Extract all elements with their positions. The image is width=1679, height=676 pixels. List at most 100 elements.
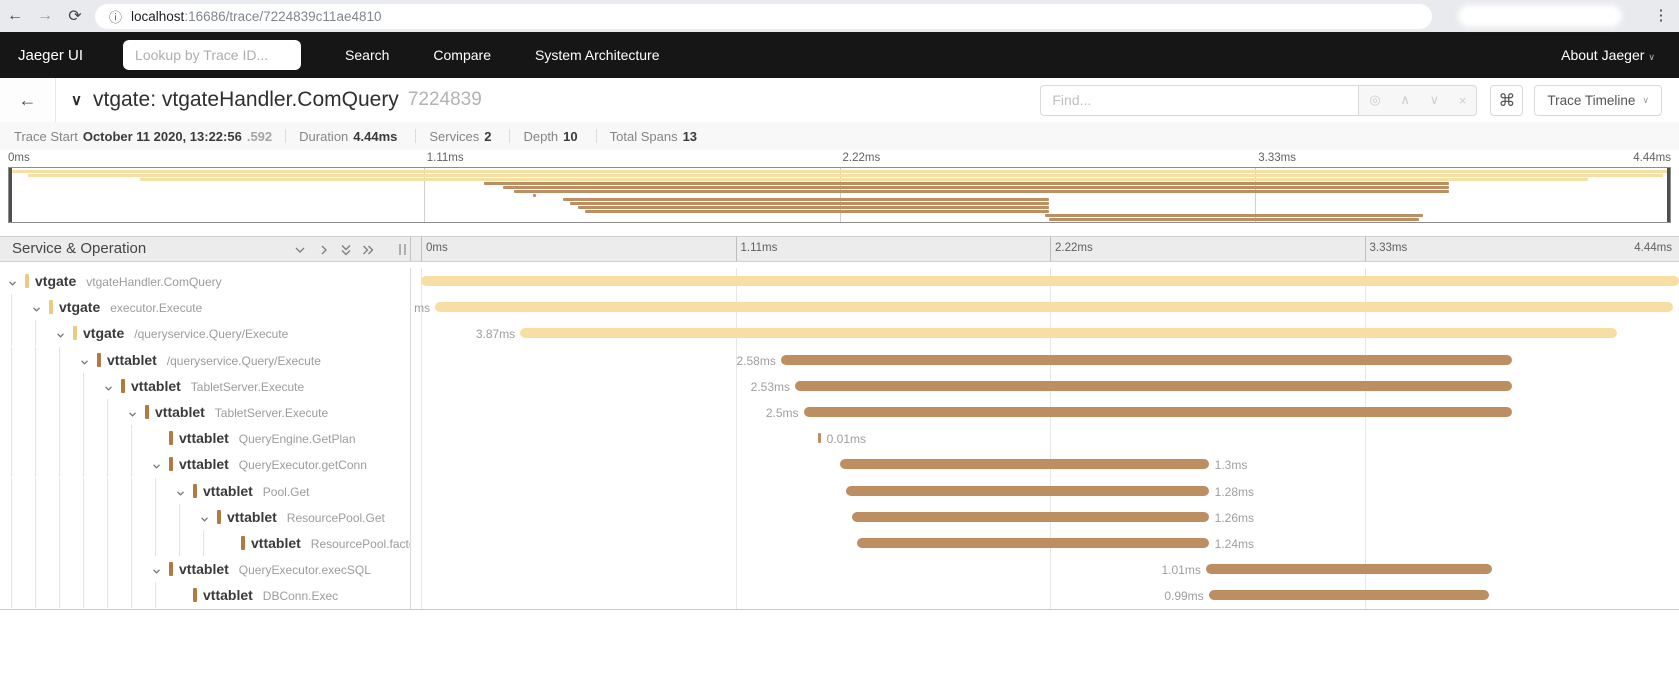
keyboard-shortcuts-button[interactable]: ⌘ (1490, 85, 1523, 116)
span-collapse-chevron-icon[interactable] (7, 276, 19, 288)
tree-guide-line (11, 294, 12, 320)
span-name-cell[interactable]: vttabletQueryExecutor.execSQL (0, 556, 410, 582)
operation-name: executor.Execute (110, 301, 202, 315)
span-collapse-chevron-icon[interactable] (151, 459, 163, 471)
span-collapse-chevron-icon[interactable] (55, 328, 67, 340)
tree-guide-line (107, 425, 108, 451)
timeline-tick-label: 3.33ms (1370, 242, 1408, 254)
service-color-accent (241, 536, 245, 550)
tree-guide-line (11, 478, 12, 504)
tree-guide-line (131, 478, 132, 504)
span-row[interactable]: vttabletDBConn.Exec0.99ms (0, 582, 1679, 608)
tree-guide-line (155, 504, 156, 530)
operation-name: TabletServer.Execute (215, 406, 328, 420)
tree-guide-line (155, 530, 156, 556)
span-collapse-chevron-icon[interactable] (199, 512, 211, 524)
span-name-cell[interactable]: vttabletPool.Get (0, 478, 410, 504)
span-row[interactable]: vttabletTabletServer.Execute2.53ms (0, 373, 1679, 399)
operation-name: QueryEngine.GetPlan (239, 432, 356, 446)
tree-guide-line (35, 373, 36, 399)
span-bar[interactable] (435, 302, 1673, 312)
span-name-cell[interactable]: vtgate/queryservice.Query/Execute (0, 320, 410, 346)
span-bar[interactable] (421, 276, 1679, 286)
nav-link-search[interactable]: Search (345, 47, 389, 63)
find-prev-icon[interactable]: ∧ (1400, 92, 1410, 108)
tree-guide-line (11, 451, 12, 477)
nav-link-compare[interactable]: Compare (433, 47, 491, 63)
span-row[interactable]: vttabletQueryExecutor.getConn1.3ms (0, 451, 1679, 477)
browser-reload-icon[interactable]: ⟳ (60, 6, 90, 26)
span-row[interactable]: vttabletQueryEngine.GetPlan0.01ms (0, 425, 1679, 451)
find-clear-icon[interactable]: × (1459, 93, 1467, 108)
span-name-cell[interactable]: vttabletTabletServer.Execute (0, 373, 410, 399)
span-name-cell[interactable]: vttabletQueryEngine.GetPlan (0, 425, 410, 451)
trace-view-dropdown[interactable]: Trace Timeline∨ (1534, 85, 1662, 116)
expand-all-icon[interactable] (360, 242, 376, 263)
span-name-cell[interactable]: vttablet/queryservice.Query/Execute (0, 347, 410, 373)
span-row[interactable]: vtgatevtgateHandler.ComQuery (0, 268, 1679, 294)
collapse-all-icon[interactable] (338, 242, 354, 263)
span-row[interactable]: vtgate/queryservice.Query/Execute3.87ms (0, 320, 1679, 346)
stat-total-spans: Total Spans13 (610, 129, 702, 144)
span-bar[interactable] (1209, 590, 1490, 600)
minimap-left-scrubber[interactable] (9, 168, 12, 222)
span-row[interactable]: vttablet/queryservice.Query/Execute2.58m… (0, 347, 1679, 373)
collapse-one-icon[interactable] (292, 242, 308, 263)
span-bar[interactable] (520, 328, 1617, 338)
span-collapse-chevron-icon[interactable] (103, 381, 115, 393)
back-button[interactable]: ← (0, 78, 56, 122)
span-bar[interactable] (818, 433, 821, 443)
span-bar[interactable] (846, 486, 1209, 496)
span-collapse-chevron-icon[interactable] (31, 302, 43, 314)
span-row[interactable]: vttabletTabletServer.Execute2.5ms (0, 399, 1679, 425)
span-bar[interactable] (1206, 564, 1492, 574)
minimap-span-bar (514, 190, 1449, 193)
span-bar[interactable] (852, 512, 1209, 522)
span-bar[interactable] (804, 407, 1512, 417)
span-bar[interactable] (781, 355, 1512, 365)
span-name-cell[interactable]: vtgateexecutor.Execute (0, 294, 410, 320)
span-collapse-chevron-icon[interactable] (175, 486, 187, 498)
span-collapse-chevron-icon[interactable] (127, 407, 139, 419)
span-row[interactable]: vttabletResourcePool.factory1.24ms (0, 530, 1679, 556)
tree-guide-line (35, 478, 36, 504)
span-bar[interactable] (795, 381, 1512, 391)
nav-link-system-architecture[interactable]: System Architecture (535, 47, 660, 63)
tree-guide-line (11, 504, 12, 530)
site-info-icon[interactable]: ⓘ (109, 7, 122, 26)
find-match-icon[interactable]: ◎ (1369, 92, 1380, 108)
span-collapse-chevron-icon[interactable] (151, 564, 163, 576)
span-row[interactable]: vtgateexecutor.Executems (0, 294, 1679, 320)
operation-name: QueryExecutor.getConn (239, 458, 367, 472)
span-duration-label: 1.01ms (1161, 563, 1200, 577)
collapse-header-chevron[interactable]: ∨ (71, 91, 82, 109)
browser-forward-icon[interactable]: → (30, 7, 60, 25)
span-name-cell[interactable]: vttabletDBConn.Exec (0, 582, 410, 608)
span-name-cell[interactable]: vttabletQueryExecutor.getConn (0, 451, 410, 477)
jaeger-brand[interactable]: Jaeger UI (18, 47, 83, 64)
trace-lookup-input[interactable] (123, 40, 301, 70)
browser-menu-icon[interactable]: ⋮ (1646, 0, 1676, 32)
minimap-canvas[interactable] (8, 167, 1671, 223)
find-next-icon[interactable]: ∨ (1430, 92, 1440, 108)
tree-guide-line (59, 556, 60, 582)
span-name-cell[interactable]: vtgatevtgateHandler.ComQuery (0, 268, 410, 294)
span-name-cell[interactable]: vttabletResourcePool.Get (0, 504, 410, 530)
about-jaeger-menu[interactable]: About Jaeger∨ (1561, 47, 1655, 63)
minimap-right-scrubber[interactable] (1667, 168, 1670, 222)
span-row[interactable]: vttabletResourcePool.Get 1.26ms (0, 504, 1679, 530)
span-bar[interactable] (840, 459, 1208, 469)
span-collapse-chevron-icon[interactable] (79, 355, 91, 367)
span-duration-label: 1.26ms (1215, 511, 1254, 525)
span-row[interactable]: vttabletPool.Get1.28ms (0, 478, 1679, 504)
span-name-cell[interactable]: vttabletTabletServer.Execute (0, 399, 410, 425)
expand-one-icon[interactable] (316, 242, 332, 263)
span-row[interactable]: vttabletQueryExecutor.execSQL 1.01ms (0, 556, 1679, 582)
span-bar[interactable] (857, 538, 1208, 548)
column-resize-grip[interactable] (399, 244, 406, 255)
find-input[interactable] (1040, 85, 1358, 116)
span-name-cell[interactable]: vttabletResourcePool.factory (0, 530, 410, 556)
address-bar[interactable]: ⓘ localhost:16686/trace/7224839c11ae4810 (95, 4, 1432, 29)
stat-services: Services2 (429, 129, 496, 144)
browser-back-icon[interactable]: ← (0, 7, 30, 25)
